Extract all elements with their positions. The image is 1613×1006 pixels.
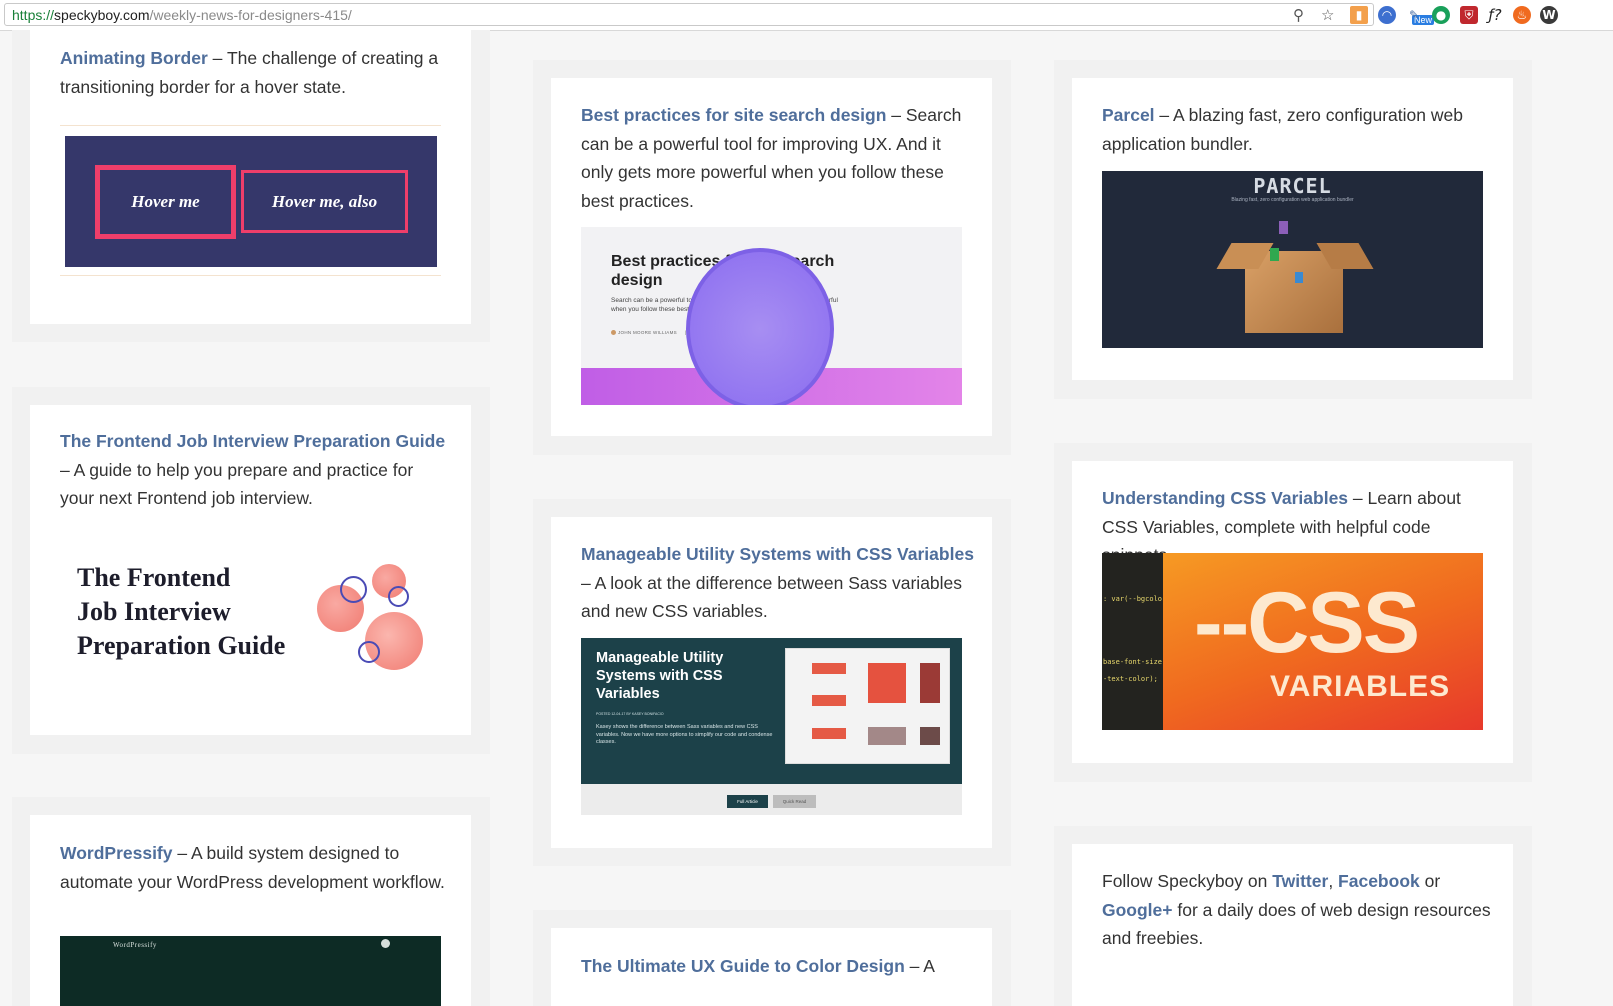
github-icon bbox=[381, 939, 390, 948]
image-label: WordPressify bbox=[113, 941, 157, 949]
card-css-variables: Understanding CSS Variables – Learn abou… bbox=[1072, 461, 1513, 763]
card-text: Parcel – A blazing fast, zero configurat… bbox=[1102, 101, 1492, 158]
follow-separator: , bbox=[1328, 871, 1339, 891]
divider bbox=[60, 125, 441, 126]
card-link[interactable]: The Frontend Job Interview Preparation G… bbox=[60, 431, 445, 451]
browser-toolbar: https://speckyboy.com/weekly-news-for-de… bbox=[0, 0, 1613, 31]
decor-ring bbox=[388, 586, 409, 607]
extension-function-icon[interactable]: ƒ? bbox=[1486, 6, 1504, 24]
preview-block bbox=[812, 695, 846, 706]
image-title-line: The Frontend bbox=[77, 563, 231, 592]
extension-fire-icon[interactable]: ♨ bbox=[1513, 6, 1531, 24]
decor-ring bbox=[340, 576, 367, 603]
image-title: PARCEL bbox=[1253, 174, 1332, 198]
image-subtitle: Blazing fast, zero configuration web app… bbox=[1231, 197, 1354, 203]
code-line: base-font-size bbox=[1103, 658, 1163, 666]
card-link[interactable]: Understanding CSS Variables bbox=[1102, 488, 1348, 508]
card-description: – A bbox=[904, 956, 935, 976]
wordpressify-image[interactable]: WordPressify bbox=[60, 936, 441, 1006]
preview-block bbox=[812, 663, 846, 674]
preview-block bbox=[812, 728, 846, 739]
card-text: The Frontend Job Interview Preparation G… bbox=[60, 427, 450, 513]
image-preview-panel bbox=[785, 648, 950, 764]
preview-block bbox=[920, 663, 940, 703]
file-icon bbox=[1295, 272, 1303, 283]
card-text: Manageable Utility Systems with CSS Vari… bbox=[581, 540, 976, 626]
image-title-line: Preparation Guide bbox=[77, 631, 286, 660]
card-parcel: Parcel – A blazing fast, zero configurat… bbox=[1072, 78, 1513, 380]
image-posted: POSTED 12-04-17 BY KASEY BONIFACIO bbox=[596, 712, 664, 716]
url-protocol: https:// bbox=[12, 7, 55, 23]
divider bbox=[60, 275, 441, 276]
gradient-band bbox=[581, 248, 962, 405]
card-text: Best practices for site search design – … bbox=[581, 101, 971, 215]
parcel-image[interactable]: PARCEL Blazing fast, zero configuration … bbox=[1102, 171, 1483, 348]
url-host: speckyboy.com bbox=[54, 7, 150, 23]
card-wordpressify: WordPressify – A build system designed t… bbox=[30, 815, 471, 1006]
file-icon bbox=[1279, 221, 1288, 234]
preview-block bbox=[920, 727, 940, 745]
card-link[interactable]: WordPressify bbox=[60, 843, 173, 863]
url-path: /weekly-news-for-designers-415/ bbox=[149, 7, 352, 23]
card-site-search: Best practices for site search design – … bbox=[551, 78, 992, 436]
extension-rainbow-icon[interactable]: ◠ bbox=[1378, 6, 1396, 24]
card-utility-systems: Manageable Utility Systems with CSS Vari… bbox=[551, 517, 992, 848]
magnifier-icon[interactable]: ⚲ bbox=[1293, 7, 1304, 24]
image-big-text: --CSS bbox=[1194, 575, 1420, 671]
image-description: Kasey shows the difference between Sass … bbox=[596, 724, 773, 745]
card-link[interactable]: Parcel bbox=[1102, 105, 1155, 125]
hover-me-button: Hover me bbox=[95, 165, 236, 239]
utility-systems-image[interactable]: Manageable Utility Systems with CSS Vari… bbox=[581, 638, 962, 815]
card-link[interactable]: Manageable Utility Systems with CSS Vari… bbox=[581, 544, 974, 564]
extension-green-icon[interactable]: ● bbox=[1432, 6, 1450, 24]
file-icon bbox=[1270, 248, 1279, 261]
star-icon[interactable]: ☆ bbox=[1321, 7, 1334, 24]
card-link[interactable]: Animating Border bbox=[60, 48, 208, 68]
follow-prefix: Follow Speckyboy on bbox=[1102, 871, 1273, 891]
preview-block bbox=[868, 663, 906, 703]
address-bar[interactable]: https://speckyboy.com/weekly-news-for-de… bbox=[4, 3, 1374, 26]
facebook-link[interactable]: Facebook bbox=[1338, 871, 1420, 891]
wordpress-icon[interactable]: W bbox=[1540, 6, 1558, 24]
quick-read-button: Quick Read bbox=[773, 795, 816, 808]
googleplus-link[interactable]: Google+ bbox=[1102, 900, 1173, 920]
extension-bookmark-icon[interactable]: ▮ bbox=[1350, 6, 1368, 24]
hover-me-also-button: Hover me, also bbox=[241, 170, 408, 233]
planet-shape bbox=[686, 248, 834, 405]
preview-block bbox=[868, 727, 906, 745]
css-variables-image[interactable]: : var(--bgcolo base-font-size -text-colo… bbox=[1102, 553, 1483, 730]
card-text: WordPressify – A build system designed t… bbox=[60, 839, 445, 896]
decor-ring bbox=[358, 641, 380, 663]
card-text: Animating Border – The challenge of crea… bbox=[60, 44, 445, 101]
card-link[interactable]: The Ultimate UX Guide to Color Design bbox=[581, 956, 905, 976]
card-text: The Ultimate UX Guide to Color Design – … bbox=[581, 952, 976, 981]
site-search-image[interactable]: Best practices for site search design Se… bbox=[581, 227, 962, 405]
card-animating-border: Animating Border – The challenge of crea… bbox=[30, 30, 471, 324]
frontend-job-image[interactable]: The Frontend Job Interview Preparation G… bbox=[60, 545, 441, 685]
image-title-line: Job Interview bbox=[77, 597, 231, 626]
card-description: – A blazing fast, zero configuration web… bbox=[1102, 105, 1463, 154]
card-frontend-job: The Frontend Job Interview Preparation G… bbox=[30, 405, 471, 735]
follow-or: or bbox=[1419, 871, 1441, 891]
animating-border-image[interactable]: Hover me Hover me, also bbox=[65, 136, 437, 267]
full-article-button: Full Article bbox=[727, 795, 768, 808]
twitter-link[interactable]: Twitter bbox=[1272, 871, 1328, 891]
url-text: https://speckyboy.com/weekly-news-for-de… bbox=[12, 7, 352, 24]
card-description: – A look at the difference between Sass … bbox=[581, 572, 963, 622]
card-link[interactable]: Best practices for site search design bbox=[581, 105, 886, 125]
code-line: : var(--bgcolo bbox=[1103, 595, 1163, 603]
extension-shield-icon[interactable]: ⛨ bbox=[1460, 6, 1478, 24]
card-follow: Follow Speckyboy on Twitter, Facebook or… bbox=[1072, 844, 1513, 1006]
card-description: – A guide to help you prepare and practi… bbox=[60, 459, 414, 509]
extension-eyedropper-icon[interactable]: ✎ bbox=[1405, 6, 1423, 24]
follow-text: Follow Speckyboy on Twitter, Facebook or… bbox=[1102, 867, 1492, 953]
image-title: Manageable Utility Systems with CSS Vari… bbox=[596, 650, 724, 702]
code-panel: : var(--bgcolo base-font-size -text-colo… bbox=[1102, 553, 1163, 730]
image-small-text: VARIABLES bbox=[1270, 670, 1451, 703]
card-ux-color: The Ultimate UX Guide to Color Design – … bbox=[551, 928, 992, 1006]
code-line: -text-color); bbox=[1103, 675, 1158, 683]
image-meta-author: JOHN MOORE WILLIAMS bbox=[618, 330, 677, 335]
